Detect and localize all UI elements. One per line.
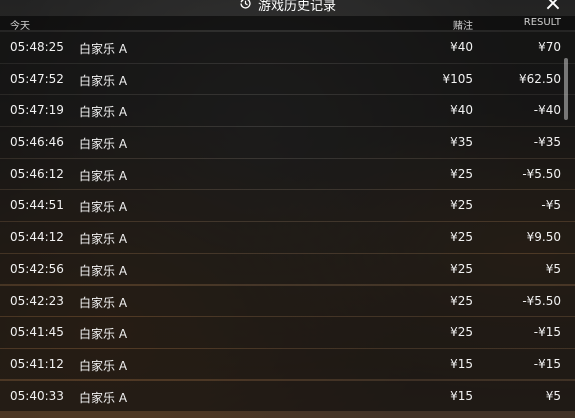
bet-column-header: 赌注 (453, 21, 473, 32)
page-title: 游戏历史记录 (257, 0, 336, 14)
history-row[interactable]: 05:47:52 白家乐 A ¥105 ¥62.50 (0, 63, 575, 95)
row-time: 05:46:12 (10, 166, 64, 181)
row-result: ¥9.50 (526, 230, 561, 245)
row-time: 05:41:45 (10, 325, 64, 340)
row-bet: ¥15 (450, 356, 473, 371)
history-row[interactable]: 05:44:12 白家乐 A ¥25 ¥9.50 (0, 222, 575, 253)
row-time: 05:44:51 (10, 198, 64, 213)
row-game: 白家乐 A (79, 42, 128, 56)
row-result: -¥5 (541, 198, 561, 213)
row-time: 05:41:12 (10, 356, 64, 371)
row-time: 05:47:52 (10, 71, 64, 86)
row-bet: ¥40 (450, 40, 473, 54)
row-result: -¥5.50 (522, 166, 561, 181)
row-time: 05:48:25 (10, 40, 64, 54)
history-icon (239, 0, 252, 14)
row-bet: ¥25 (450, 166, 473, 181)
row-game: 白家乐 A (79, 137, 128, 152)
history-row[interactable]: 05:48:25 白家乐 A ¥40 ¥70 (0, 32, 575, 63)
history-row[interactable]: 05:47:19 白家乐 A ¥40 -¥40 (0, 95, 575, 126)
row-bet: ¥35 (450, 135, 473, 150)
row-time: 05:46:46 (10, 135, 64, 150)
row-result: ¥70 (538, 40, 561, 54)
row-result: -¥40 (533, 103, 561, 118)
row-result: -¥5.50 (522, 293, 561, 308)
history-list: 05:48:25 白家乐 A ¥40 ¥70 05:47:52 白家乐 A ¥1… (0, 32, 575, 412)
history-row[interactable]: 05:41:45 白家乐 A ¥25 -¥15 (0, 317, 575, 348)
result-column-header: RESULT (523, 17, 561, 28)
row-result: -¥35 (533, 135, 561, 150)
row-bet: ¥25 (450, 293, 473, 308)
row-result: -¥15 (533, 325, 561, 340)
row-bet: ¥25 (450, 261, 473, 276)
row-game: 白家乐 A (79, 105, 128, 120)
row-bet: ¥105 (442, 71, 473, 86)
history-row[interactable]: 05:41:12 白家乐 A ¥15 -¥15 (0, 348, 575, 380)
history-row[interactable]: 05:42:56 白家乐 A ¥25 ¥5 (0, 253, 575, 285)
row-game: 白家乐 A (79, 390, 128, 405)
row-game: 白家乐 A (79, 200, 128, 215)
row-bet: ¥40 (450, 103, 473, 118)
row-time: 05:47:19 (10, 103, 64, 118)
row-game: 白家乐 A (79, 295, 128, 310)
history-row[interactable]: 05:46:46 白家乐 A ¥35 -¥35 (0, 127, 575, 158)
row-game: 白家乐 A (79, 263, 128, 278)
row-game: 白家乐 A (79, 73, 128, 88)
row-result: ¥62.50 (519, 71, 561, 86)
row-game: 白家乐 A (79, 327, 128, 342)
row-result: ¥5 (545, 388, 561, 403)
date-group-label: 今天 (10, 21, 30, 32)
row-game: 白家乐 A (79, 232, 128, 247)
history-row[interactable]: 05:46:12 白家乐 A ¥25 -¥5.50 (0, 158, 575, 190)
column-header: 今天 赌注 RESULT (0, 16, 575, 32)
history-row[interactable]: 05:42:23 白家乐 A ¥25 -¥5.50 (0, 285, 575, 317)
row-time: 05:40:33 (10, 388, 64, 403)
title-group: 游戏历史记录 (239, 0, 336, 14)
close-icon[interactable]: × (543, 0, 563, 15)
row-time: 05:42:23 (10, 293, 64, 308)
row-game: 白家乐 A (79, 168, 128, 183)
row-bet: ¥25 (450, 325, 473, 340)
row-game: 白家乐 A (79, 358, 128, 373)
row-bet: ¥15 (450, 388, 473, 403)
row-bet: ¥25 (450, 198, 473, 213)
row-time: 05:42:56 (10, 261, 64, 276)
panel-header: 游戏历史记录 × (0, 0, 575, 16)
row-result: ¥5 (545, 261, 561, 276)
history-row[interactable]: 05:40:33 白家乐 A ¥15 ¥5 (0, 380, 575, 412)
row-result: -¥15 (533, 356, 561, 371)
row-bet: ¥25 (450, 230, 473, 245)
row-time: 05:44:12 (10, 230, 64, 245)
scrollbar-thumb[interactable] (564, 58, 568, 120)
history-row[interactable]: 05:44:51 白家乐 A ¥25 -¥5 (0, 190, 575, 222)
